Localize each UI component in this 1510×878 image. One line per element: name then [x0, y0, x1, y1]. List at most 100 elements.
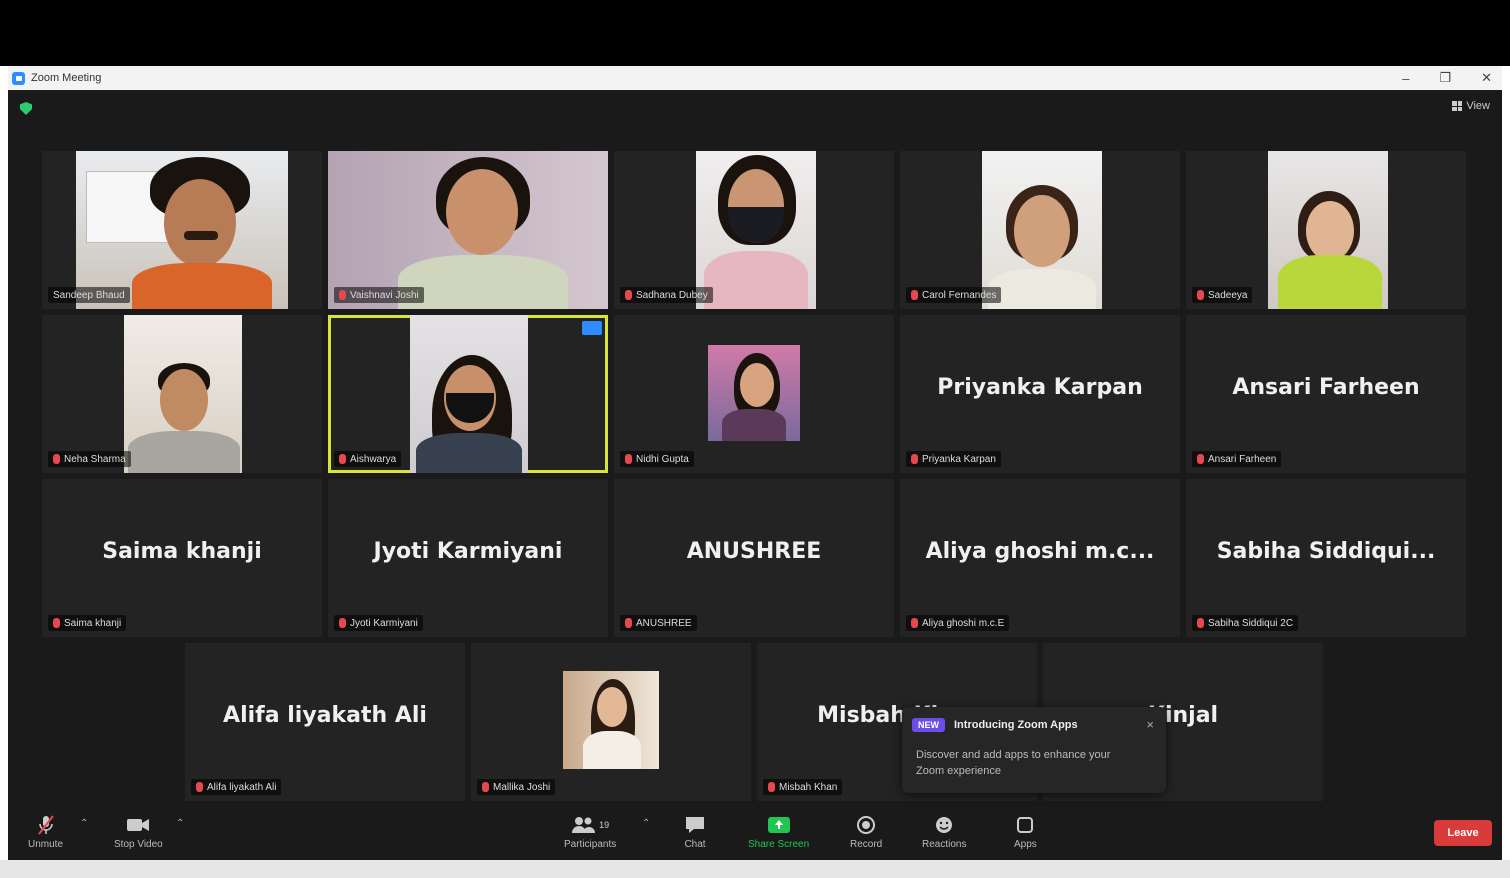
participant-display-name: Priyanka Karpan [937, 375, 1143, 400]
unmute-label: Unmute [28, 839, 64, 850]
participant-tile[interactable]: Alifa liyakath Ali Alifa liyakath Ali [185, 643, 465, 801]
meeting-toolbar: Unmute ⌃ Stop Video ⌃ 19 Participants ⌃ … [8, 808, 1502, 860]
share-screen-label: Share Screen [748, 839, 810, 850]
participant-name-tag: Sadeeya [1192, 287, 1253, 303]
participant-tile[interactable]: Sadeeya [1186, 151, 1466, 309]
participant-name-tag: Misbah Khan [763, 779, 843, 795]
participant-tile[interactable]: Neha Sharma [42, 315, 322, 473]
participant-tile[interactable]: Nidhi Gupta [614, 315, 894, 473]
participant-display-name: Sabiha Siddiqui... [1216, 539, 1436, 564]
zoom-app-icon [12, 71, 25, 85]
mic-muted-icon [625, 290, 632, 300]
mic-muted-icon [339, 454, 346, 464]
participant-video [410, 315, 528, 473]
close-window-button[interactable]: ✕ [1481, 70, 1492, 86]
window-titlebar: Zoom Meeting – ❐ ✕ [8, 66, 1502, 90]
participant-display-name: Alifa liyakath Ali [223, 703, 427, 728]
window-title: Zoom Meeting [31, 72, 102, 84]
video-options-chevron-icon[interactable]: ⌃ [176, 818, 184, 829]
chat-bubble-icon [684, 814, 706, 836]
unmute-button[interactable]: Unmute [28, 814, 63, 850]
security-shield-icon[interactable] [20, 102, 32, 115]
participant-tile[interactable]: Sadhana Dubey [614, 151, 894, 309]
minimize-button[interactable]: – [1402, 71, 1409, 86]
participant-tile[interactable]: Sandeep Bhaud [42, 151, 322, 309]
view-button[interactable]: View [1452, 100, 1490, 112]
mic-muted-icon [37, 814, 55, 836]
participants-button[interactable]: 19 Participants [564, 814, 616, 850]
participant-name-tag: Mallika Joshi [477, 779, 556, 795]
participant-name-tag: Vaishnavi Joshi [334, 287, 424, 303]
participant-video [1268, 151, 1388, 309]
participants-icon: 19 [571, 814, 609, 836]
apps-icon [1016, 814, 1034, 836]
participant-display-name: Aliya ghoshi m.c... [925, 539, 1155, 564]
share-screen-button[interactable]: Share Screen [748, 814, 809, 850]
participant-tile-active-speaker[interactable]: Aishwarya [328, 315, 608, 473]
record-icon [856, 814, 876, 836]
popup-close-button[interactable]: × [1146, 717, 1154, 732]
apps-button[interactable]: Apps [1014, 814, 1037, 850]
window-controls: – ❐ ✕ [1402, 66, 1492, 90]
participant-tile[interactable]: Mallika Joshi [471, 643, 751, 801]
gallery-grid-icon [1452, 101, 1463, 111]
mic-muted-icon [1197, 618, 1204, 628]
smiley-icon [934, 814, 954, 836]
participant-name-tag: Nidhi Gupta [620, 451, 694, 467]
participants-count: 19 [599, 820, 610, 830]
participant-name-tag: Aliya ghoshi m.c.E [906, 615, 1010, 631]
share-screen-icon [767, 814, 791, 836]
mic-muted-icon [53, 454, 60, 464]
participant-tile[interactable]: ANUSHREE ANUSHREE [614, 479, 894, 637]
mic-muted-icon [911, 290, 918, 300]
zoom-apps-popup[interactable]: NEW Introducing Zoom Apps × Discover and… [902, 707, 1166, 793]
participant-name-tag: Sabiha Siddiqui 2C [1192, 615, 1299, 631]
apps-label: Apps [1014, 839, 1037, 850]
participant-name-tag: ANUSHREE [620, 615, 697, 631]
participant-name-tag: Priyanka Karpan [906, 451, 1001, 467]
mic-muted-icon [768, 782, 775, 792]
participant-video [696, 151, 816, 309]
chat-button[interactable]: Chat [684, 814, 706, 850]
participant-tile[interactable]: Sabiha Siddiqui... Sabiha Siddiqui 2C [1186, 479, 1466, 637]
popup-body: Discover and add apps to enhance your Zo… [916, 749, 1111, 777]
record-button[interactable]: Record [850, 814, 882, 850]
participant-name-tag: Ansari Farheen [1192, 451, 1282, 467]
participant-video [982, 151, 1102, 309]
participant-tile[interactable]: Carol Fernandes [900, 151, 1180, 309]
mic-muted-icon [625, 454, 632, 464]
participant-video [563, 671, 659, 769]
popup-title: Introducing Zoom Apps [954, 719, 1078, 731]
participant-tile[interactable]: Jyoti Karmiyani Jyoti Karmiyani [328, 479, 608, 637]
participant-tile[interactable]: Ansari Farheen Ansari Farheen [1186, 315, 1466, 473]
participant-tile[interactable]: Vaishnavi Joshi [328, 151, 608, 309]
participant-tile[interactable]: Priyanka Karpan Priyanka Karpan [900, 315, 1180, 473]
reactions-button[interactable]: Reactions [922, 814, 966, 850]
participants-label: Participants [564, 839, 617, 850]
leave-button[interactable]: Leave [1434, 820, 1492, 846]
participant-name-tag: Sandeep Bhaud [48, 287, 130, 303]
participant-video [708, 345, 800, 441]
participant-video [124, 315, 242, 473]
spotlight-badge-icon [582, 321, 602, 335]
taskbar-strip [0, 860, 1510, 878]
stop-video-button[interactable]: Stop Video [114, 814, 163, 850]
mic-muted-icon [911, 454, 918, 464]
reactions-label: Reactions [922, 839, 967, 850]
new-badge: NEW [912, 718, 945, 732]
participant-tile[interactable]: Saima khanji Saima khanji [42, 479, 322, 637]
mic-muted-icon [196, 782, 203, 792]
mic-muted-icon [482, 782, 489, 792]
participant-name-tag: Saima khanji [48, 615, 127, 631]
participants-options-chevron-icon[interactable]: ⌃ [642, 818, 650, 829]
participant-name-tag: Alifa liyakath Ali [191, 779, 282, 795]
chat-label: Chat [684, 839, 706, 850]
maximize-button[interactable]: ❐ [1439, 70, 1451, 86]
participant-display-name: Saima khanji [102, 539, 262, 564]
audio-options-chevron-icon[interactable]: ⌃ [80, 818, 88, 829]
video-camera-icon [126, 814, 150, 836]
participant-tile[interactable]: Aliya ghoshi m.c... Aliya ghoshi m.c.E [900, 479, 1180, 637]
mic-muted-icon [339, 618, 346, 628]
participant-name-tag: Carol Fernandes [906, 287, 1002, 303]
participant-name-tag: Aishwarya [334, 451, 402, 467]
